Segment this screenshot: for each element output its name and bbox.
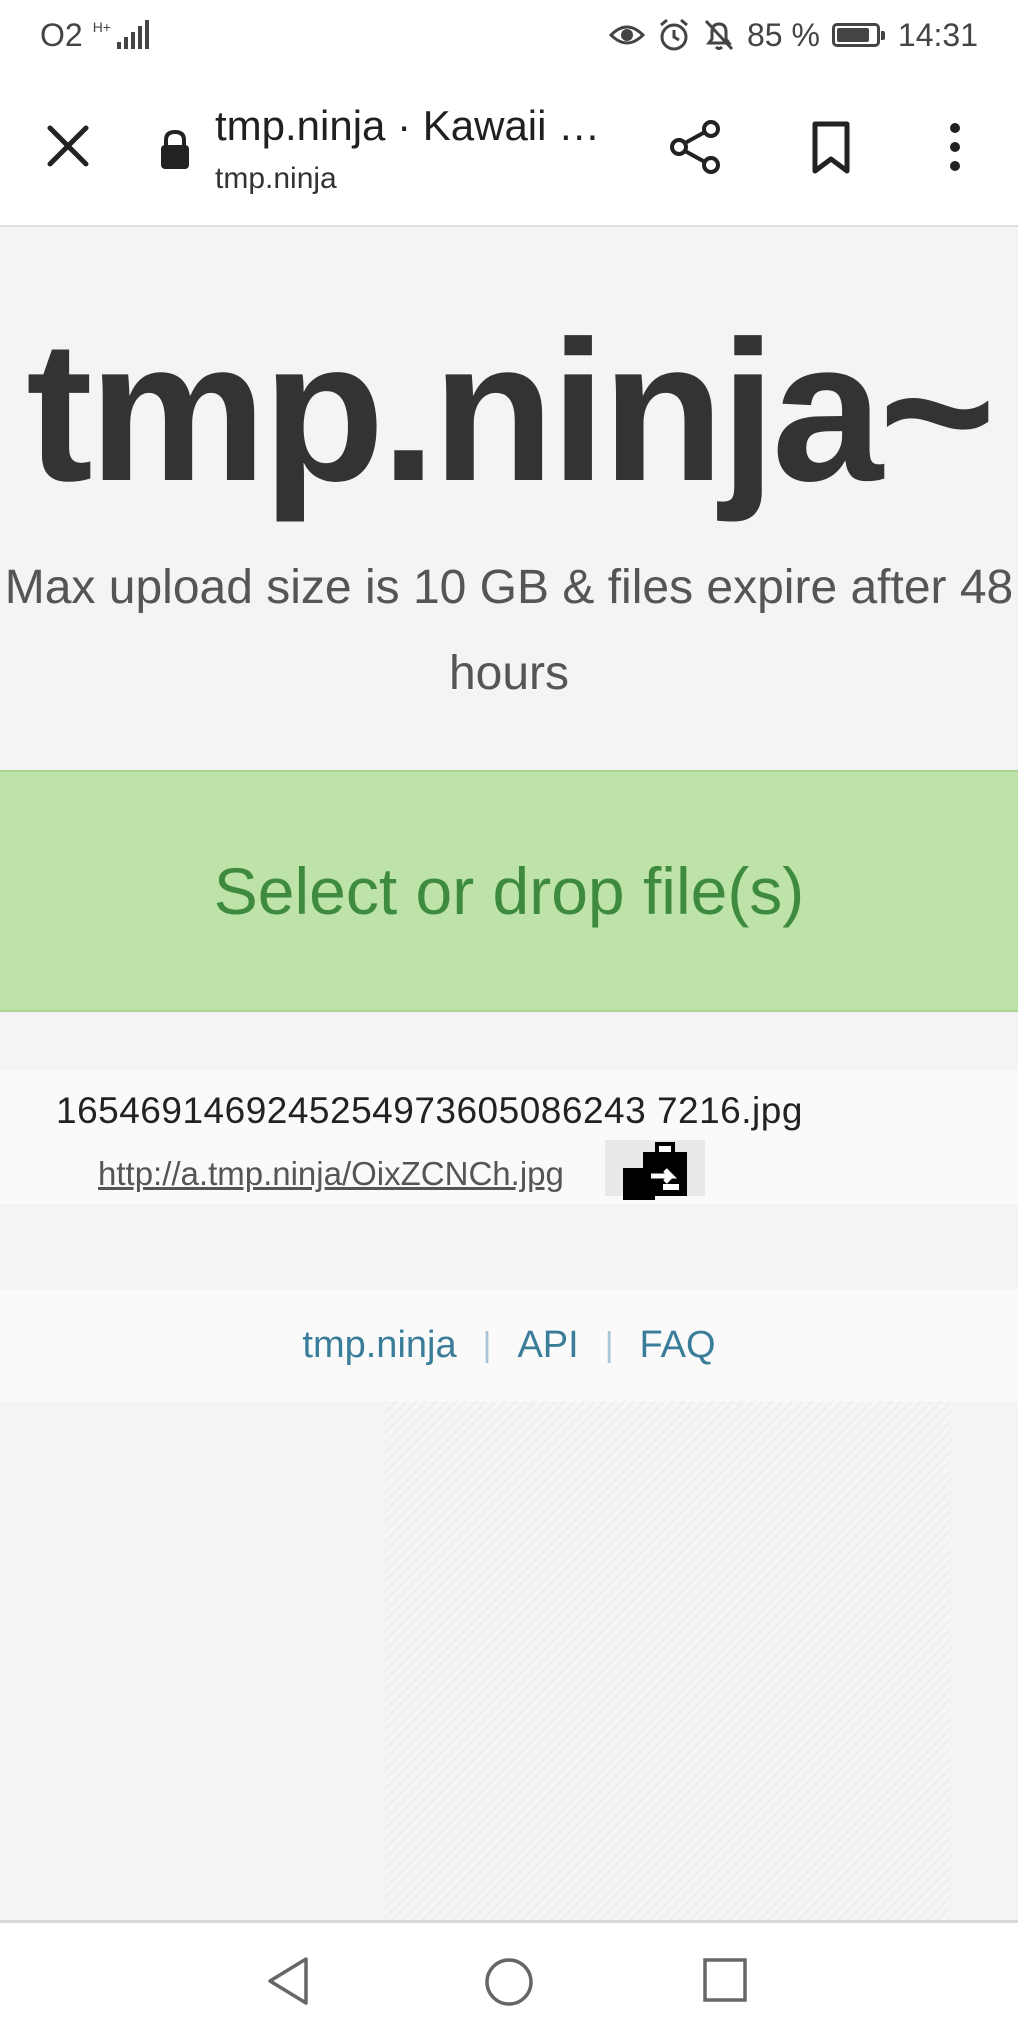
page-domain[interactable]: tmp.ninja bbox=[215, 162, 337, 196]
status-left: O2 H+ bbox=[40, 17, 149, 54]
site-title: tmp.ninja~ bbox=[26, 300, 996, 523]
copy-button[interactable] bbox=[605, 1140, 705, 1200]
status-right: 85 % 14:31 bbox=[608, 16, 978, 54]
background-texture bbox=[385, 1401, 950, 1920]
footer-links: tmp.ninja | API | FAQ bbox=[0, 1289, 1018, 1401]
lock-icon bbox=[161, 129, 189, 169]
page-title[interactable]: tmp.ninja · Kawaii File Hosting bbox=[215, 102, 605, 150]
eye-icon bbox=[608, 25, 645, 45]
signal-icon bbox=[116, 20, 149, 49]
status-time: 14:31 bbox=[897, 16, 978, 53]
footer-separator: | bbox=[482, 1325, 492, 1364]
browser-toolbar: tmp.ninja · Kawaii File Hosting tmp.ninj… bbox=[0, 70, 1018, 227]
battery-fill bbox=[836, 28, 870, 42]
share-icon[interactable] bbox=[665, 116, 727, 178]
close-icon[interactable] bbox=[38, 116, 98, 176]
uploaded-filename: 1654691469245254973605086243 7216.jpg bbox=[56, 1090, 803, 1131]
copy-clipboard-icon bbox=[623, 1142, 687, 1200]
system-navigation-bar bbox=[0, 1920, 1018, 2036]
footer-link-faq[interactable]: FAQ bbox=[640, 1324, 716, 1367]
footer-separator: | bbox=[604, 1325, 614, 1364]
footer-link-home[interactable]: tmp.ninja bbox=[302, 1324, 456, 1367]
recents-icon[interactable] bbox=[700, 1955, 750, 2005]
status-bar: O2 H+ 85 % 14:31 bbox=[0, 0, 1018, 70]
uploaded-file-link[interactable]: http://a.tmp.ninja/OixZCNCh.jpg bbox=[98, 1155, 564, 1193]
dropzone-label: Select or drop file(s) bbox=[213, 854, 805, 928]
battery-percent: 85 % bbox=[746, 16, 820, 53]
network-type-label: H+ bbox=[92, 19, 111, 35]
back-icon[interactable] bbox=[262, 1955, 314, 2007]
home-icon[interactable] bbox=[482, 1955, 536, 2009]
more-vert-icon[interactable] bbox=[924, 116, 986, 178]
page-content: tmp.ninja~ Max upload size is 10 GB & fi… bbox=[0, 227, 1018, 1920]
upload-list-item: 1654691469245254973605086243 7216.jpg ht… bbox=[0, 1070, 1018, 1204]
battery-icon bbox=[831, 23, 885, 47]
alarm-icon bbox=[660, 18, 688, 51]
bookmark-icon[interactable] bbox=[800, 116, 862, 178]
bell-off-icon bbox=[704, 19, 734, 51]
site-subtitle: Max upload size is 10 GB & files expire … bbox=[4, 561, 1014, 700]
carrier-label: O2 bbox=[40, 16, 83, 53]
footer-link-api[interactable]: API bbox=[517, 1324, 578, 1367]
file-dropzone[interactable]: Select or drop file(s) bbox=[0, 770, 1018, 1012]
